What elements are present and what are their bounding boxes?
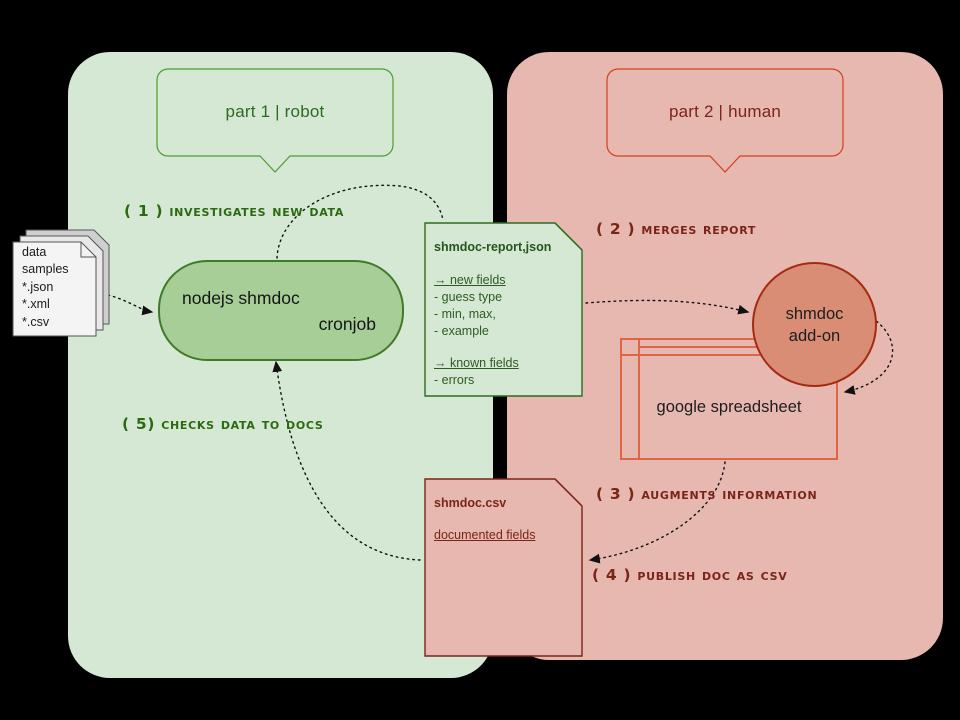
note-shmdoc-report-json[interactable]: shmdoc-report,json → new fields - guess … <box>424 222 583 397</box>
node-runner-line-2: cronjob <box>318 314 376 334</box>
note-csv-title: shmdoc.csv <box>434 496 507 510</box>
note-csv-content: shmdoc.csv documented fields <box>424 478 583 657</box>
data-samples-document-stack[interactable]: data samples *.json *.xml *.csv <box>10 228 114 340</box>
note-report-title: shmdoc-report,json <box>434 240 552 254</box>
step-label-4: ( 4 ) publish doc as csv <box>592 566 788 584</box>
spreadsheet-label: google spreadsheet <box>656 398 802 416</box>
node-runner-line-1: nodejs shmdoc <box>182 288 300 308</box>
diagram-canvas: part 1 | robot part 2 | human (1) inve… <box>0 0 960 720</box>
step-label-1: ( 1 ) investigates new data <box>124 202 345 220</box>
addon-line-2: add-on <box>788 326 841 345</box>
note-report-section-1-header: → new fields <box>434 273 506 287</box>
data-samples-text: data samples *.json *.xml *.csv <box>22 245 69 329</box>
note-report-section-2-header: → known fields <box>434 356 519 370</box>
step-label-2: ( 2 ) merges report <box>596 220 757 238</box>
node-shmdoc-add-on[interactable]: shmdoc add-on <box>752 262 877 387</box>
step-label-5: ( 5) checks data to docs <box>122 415 324 433</box>
bubble-part-1-label: part 1 | robot <box>225 102 325 121</box>
addon-line-1: shmdoc <box>785 304 844 323</box>
step-label-3: ( 3 ) augments information <box>596 485 818 503</box>
bubble-part-2-label: part 2 | human <box>668 102 782 121</box>
note-report-content: shmdoc-report,json → new fields - guess … <box>424 222 583 397</box>
note-shmdoc-csv[interactable]: shmdoc.csv documented fields <box>424 478 583 657</box>
bubble-part-2-human: part 2 | human <box>606 68 844 176</box>
node-nodejs-shmdoc[interactable]: nodejs shmdoc cronjob <box>158 260 404 361</box>
note-report-body: → new fields - guess type - min, max, - … <box>434 272 519 389</box>
bubble-part-1-robot: part 1 | robot <box>156 68 394 176</box>
note-csv-subtitle: documented fields <box>434 528 536 542</box>
note-report-section-2-items: - errors <box>434 373 475 387</box>
note-report-section-1-items: - guess type - min, max, - example <box>434 290 503 338</box>
